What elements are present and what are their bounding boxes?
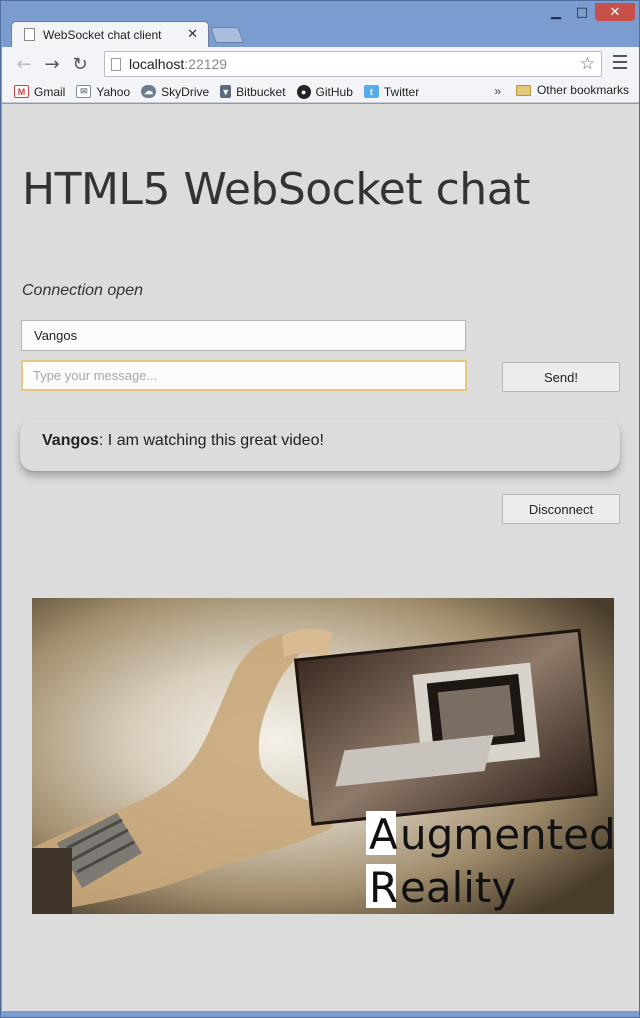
- mail-icon: ✉: [76, 85, 92, 98]
- other-bookmarks-label: Other bookmarks: [536, 83, 629, 97]
- video-caption-text: A: [369, 810, 398, 859]
- browser-toolbar: ← → ↻ localhost :22129 ☆: [2, 47, 639, 81]
- page-icon: [111, 57, 121, 71]
- bookmark-label: Gmail: [34, 84, 66, 99]
- minimize-icon[interactable]: ▁: [543, 3, 569, 21]
- close-window-icon[interactable]: ✕: [595, 3, 635, 21]
- tab-title: WebSocket chat client: [43, 27, 162, 42]
- cloud-icon: ☁: [141, 85, 157, 98]
- back-icon[interactable]: ←: [10, 54, 38, 75]
- more-bookmarks-chevron[interactable]: »: [494, 84, 501, 98]
- bookmark-skydrive[interactable]: ☁ SkyDrive: [141, 85, 209, 99]
- menu-icon[interactable]: [613, 55, 627, 69]
- forward-icon[interactable]: →: [38, 54, 66, 75]
- message-text: : I am watching this great video!: [98, 432, 324, 449]
- video-caption-text: ugmented: [400, 810, 614, 859]
- message-input[interactable]: [21, 360, 467, 391]
- connection-status: Connection open: [22, 282, 143, 299]
- video-player[interactable]: A ugmented R eality: [32, 598, 614, 914]
- document-icon: [24, 28, 35, 41]
- video-caption-text: eality: [400, 863, 516, 912]
- maximize-icon[interactable]: □: [569, 3, 595, 21]
- bookmarks-bar: M Gmail ✉ Yahoo ☁ SkyDrive ▼ Bitbucket ●…: [2, 81, 639, 103]
- address-bar[interactable]: localhost :22129 ☆: [104, 51, 602, 77]
- bookmark-yahoo[interactable]: ✉ Yahoo: [76, 85, 130, 99]
- twitter-icon: t: [363, 85, 379, 98]
- browser-window: ▁ □ ✕ WebSocket chat client ✕ ← → ↻ loca…: [0, 0, 640, 1018]
- url-port: :22129: [184, 56, 228, 72]
- url-host: localhost: [129, 56, 185, 72]
- disconnect-button[interactable]: Disconnect: [502, 494, 620, 524]
- bucket-icon: ▼: [220, 85, 232, 98]
- chat-area: Vangos: I am watching this great video!: [20, 419, 620, 471]
- bookmark-label: SkyDrive: [161, 84, 210, 99]
- chat-message: Vangos: I am watching this great video!: [42, 432, 620, 450]
- bookmark-label: Yahoo: [96, 84, 131, 99]
- reload-icon[interactable]: ↻: [66, 54, 94, 75]
- page-content: HTML5 WebSocket chat Connection open Sen…: [2, 104, 639, 1011]
- close-tab-icon[interactable]: ✕: [187, 27, 198, 42]
- bookmark-star-icon[interactable]: ☆: [580, 54, 595, 74]
- gmail-icon: M: [14, 85, 29, 98]
- bookmark-label: Bitbucket: [236, 84, 286, 99]
- page-title: HTML5 WebSocket chat: [22, 164, 530, 215]
- video-caption-text: R: [369, 863, 398, 912]
- browser-tab[interactable]: WebSocket chat client ✕: [11, 21, 209, 47]
- bookmark-gmail[interactable]: M Gmail: [14, 85, 65, 99]
- title-bar: ▁ □ ✕ WebSocket chat client ✕: [1, 1, 640, 47]
- new-tab-button[interactable]: [210, 27, 244, 43]
- send-button[interactable]: Send!: [502, 362, 620, 392]
- bookmark-twitter[interactable]: t Twitter: [363, 84, 420, 99]
- message-sender: Vangos: [42, 432, 99, 449]
- github-icon: ●: [296, 84, 311, 99]
- name-input[interactable]: [21, 320, 466, 351]
- window-controls: ▁ □ ✕: [543, 3, 635, 21]
- bookmark-github[interactable]: ● GitHub: [296, 84, 353, 99]
- folder-icon: [515, 84, 531, 96]
- bookmark-label: Twitter: [383, 84, 420, 99]
- bookmark-label: GitHub: [315, 84, 353, 99]
- video-frame: A ugmented R eality: [32, 598, 614, 914]
- bookmark-bitbucket[interactable]: ▼ Bitbucket: [220, 84, 286, 99]
- other-bookmarks[interactable]: Other bookmarks: [515, 83, 629, 97]
